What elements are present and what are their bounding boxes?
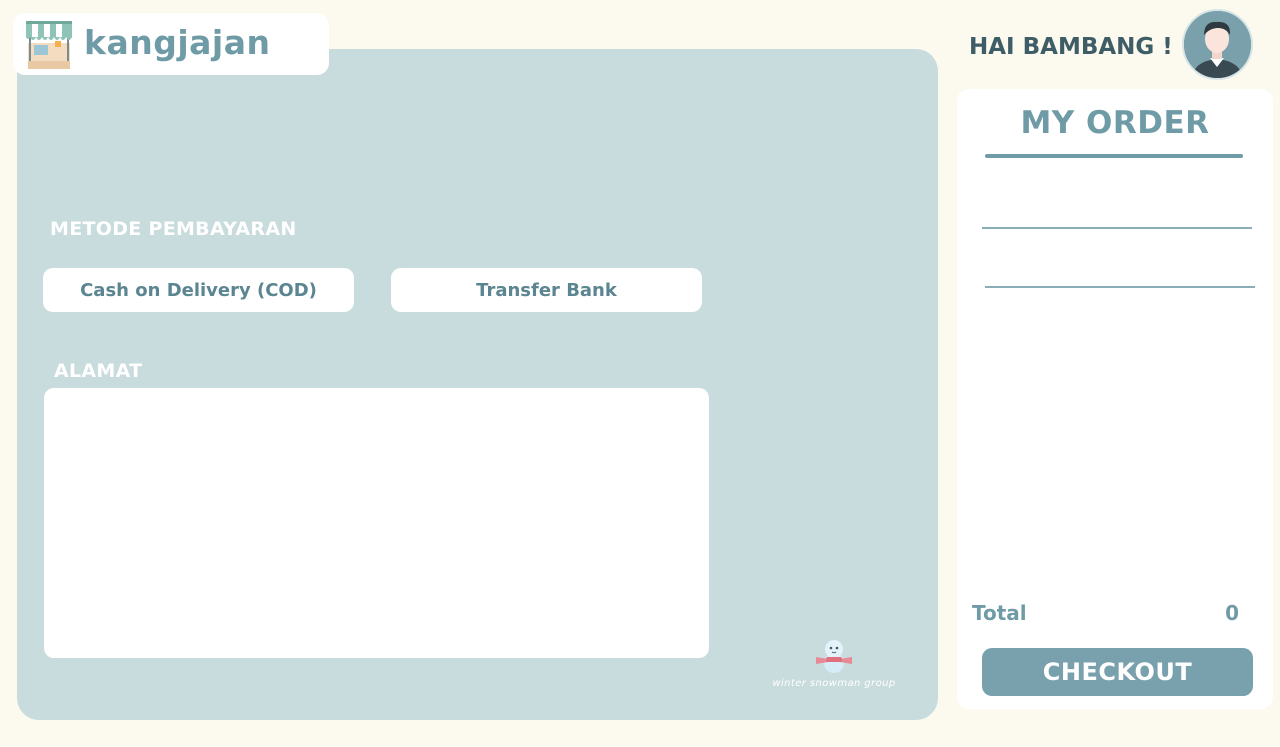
transfer-bank-button[interactable]: Transfer Bank bbox=[391, 268, 702, 312]
avatar-icon bbox=[1184, 11, 1251, 78]
brand-text: winter snowman group bbox=[772, 678, 896, 689]
logo-card[interactable]: kangjajan bbox=[13, 13, 329, 75]
order-divider bbox=[985, 286, 1255, 288]
cod-button[interactable]: Cash on Delivery (COD) bbox=[43, 268, 354, 312]
shop-stall-icon bbox=[26, 21, 72, 69]
app-logo-text: kangjajan bbox=[84, 23, 271, 62]
total-value: 0 bbox=[1225, 601, 1239, 625]
address-label: ALAMAT bbox=[54, 360, 143, 382]
user-greeting: HAI BAMBANG ! bbox=[969, 34, 1173, 60]
user-avatar[interactable] bbox=[1182, 9, 1253, 80]
address-input[interactable] bbox=[44, 388, 709, 658]
total-label: Total bbox=[972, 601, 1027, 625]
checkout-button[interactable]: CHECKOUT bbox=[982, 648, 1253, 696]
order-panel: MY ORDER Total 0 CHECKOUT bbox=[957, 89, 1273, 709]
payment-method-label: METODE PEMBAYARAN bbox=[50, 218, 297, 240]
snowman-icon bbox=[816, 640, 852, 673]
order-divider bbox=[982, 227, 1252, 229]
order-title: MY ORDER bbox=[1020, 105, 1210, 141]
brand-watermark: winter snowman group bbox=[770, 638, 898, 690]
title-underline bbox=[985, 154, 1243, 158]
